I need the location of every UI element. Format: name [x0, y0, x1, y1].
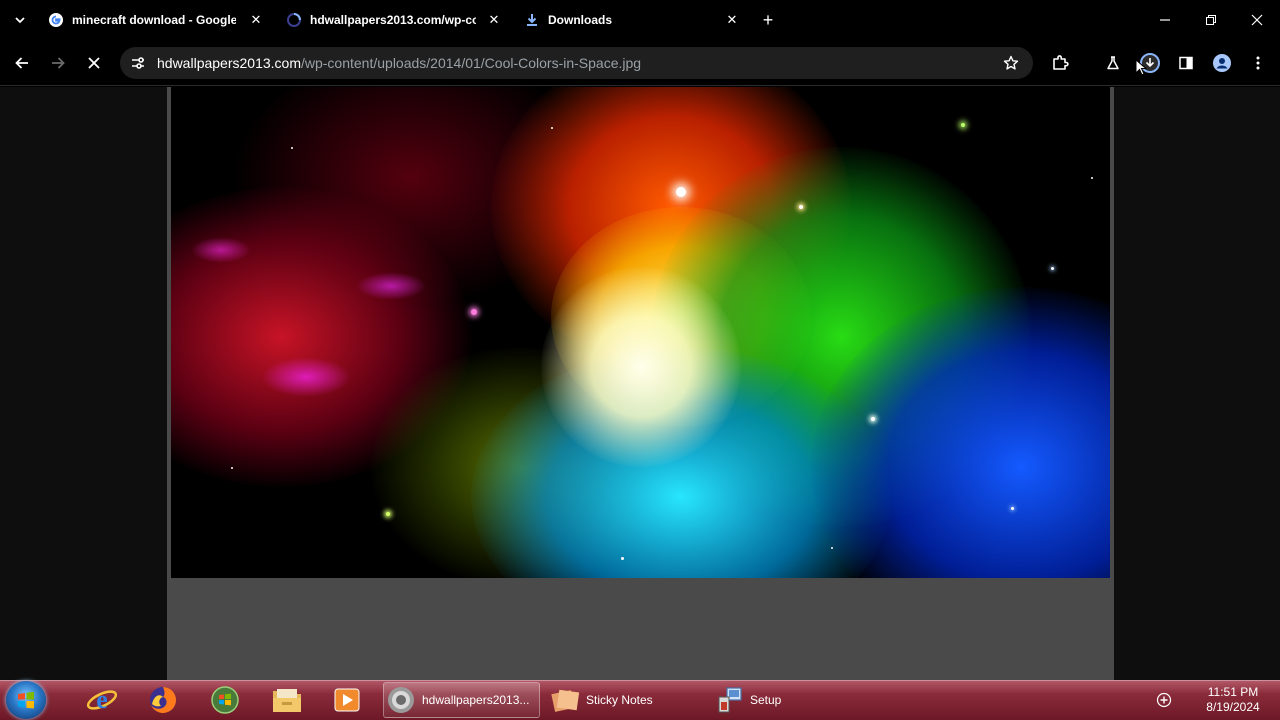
browser-toolbar: hdwallpapers2013.com/wp-content/uploads/… [0, 40, 1280, 86]
download-icon [524, 12, 540, 28]
more-vertical-icon [1256, 56, 1260, 70]
mouse-cursor-icon [1135, 58, 1149, 77]
page-content [0, 87, 1280, 680]
pinned-media-center[interactable] [201, 682, 249, 718]
tab-close-button[interactable]: ✕ [486, 12, 502, 28]
pinned-file-explorer[interactable] [263, 682, 311, 718]
start-button[interactable] [6, 681, 46, 719]
stop-loading-button[interactable] [82, 51, 106, 75]
windows-taskbar: e hdwallpapers2013... Sticky Notes Setup… [0, 680, 1280, 720]
star [551, 127, 553, 129]
flask-icon [1107, 56, 1119, 70]
close-icon [88, 57, 100, 69]
star [386, 512, 390, 516]
taskbar-task-setup[interactable]: Setup [712, 682, 862, 718]
pinned-firefox[interactable] [139, 682, 187, 718]
close-icon [1251, 14, 1263, 26]
puzzle-icon [1053, 55, 1069, 70]
taskbar-task-chrome[interactable]: hdwallpapers2013... [383, 682, 540, 718]
star [871, 417, 875, 421]
star [799, 205, 803, 209]
taskbar-clock[interactable]: 11:51 PM 8/19/2024 [1188, 685, 1278, 715]
side-panel-icon [1179, 56, 1193, 70]
media-player-icon [334, 688, 360, 712]
setup-icon [712, 685, 746, 715]
star [231, 467, 233, 469]
sticky-notes-icon [548, 685, 582, 715]
star [621, 557, 624, 560]
url-host: hdwallpapers2013.com [157, 55, 301, 71]
tab-wallpaper[interactable]: hdwallpapers2013.com/wp-co ✕ [286, 4, 502, 36]
star [1051, 267, 1054, 270]
pinned-internet-explorer[interactable]: e [78, 682, 126, 718]
tab-google-search[interactable]: minecraft download - Google ✕ [48, 4, 264, 36]
svg-text:e: e [96, 685, 108, 714]
restore-button[interactable] [1199, 8, 1223, 32]
tab-close-button[interactable]: ✕ [724, 12, 740, 28]
clock-date: 8/19/2024 [1206, 700, 1260, 714]
star [471, 309, 477, 315]
show-hidden-icons-button[interactable] [1154, 690, 1174, 710]
labs-button[interactable] [1101, 51, 1125, 75]
nebula-magenta [356, 272, 426, 300]
loading-icon [286, 12, 302, 28]
close-window-button[interactable] [1245, 8, 1269, 32]
arrow-left-icon [15, 57, 28, 69]
new-tab-button[interactable]: + [758, 10, 778, 30]
image-viewer-frame [167, 87, 1114, 680]
plus-circle-icon [1156, 692, 1172, 708]
arrow-right-icon [52, 57, 65, 69]
task-label: Setup [750, 693, 782, 707]
system-tray: 11:51 PM 8/19/2024 [1148, 682, 1280, 718]
tab-title: hdwallpapers2013.com/wp-co [310, 13, 476, 27]
chevron-down-icon [15, 17, 25, 24]
address-url: hdwallpapers2013.com/wp-content/uploads/… [157, 55, 641, 71]
bookmark-star-icon[interactable] [1001, 53, 1021, 73]
task-label: Sticky Notes [586, 693, 653, 707]
internet-explorer-icon: e [86, 685, 118, 714]
clock-time: 11:51 PM [1207, 685, 1259, 699]
taskbar-task-sticky-notes[interactable]: Sticky Notes [548, 682, 708, 718]
firefox-icon [150, 687, 176, 713]
star [676, 187, 686, 197]
pinned-media-player[interactable] [323, 682, 371, 718]
wallpaper-image[interactable] [171, 87, 1110, 578]
tab-title: Downloads [548, 13, 613, 27]
star [1011, 507, 1014, 510]
tab-title: minecraft download - Google [72, 13, 236, 27]
task-label: hdwallpapers2013... [422, 693, 530, 707]
menu-button[interactable] [1246, 51, 1270, 75]
forward-button[interactable] [46, 51, 70, 75]
back-button[interactable] [10, 51, 34, 75]
nebula-magenta [261, 357, 351, 397]
profile-button[interactable] [1210, 51, 1234, 75]
windows-logo-icon [18, 691, 34, 709]
star [961, 123, 965, 127]
nebula-core [541, 267, 741, 467]
address-bar[interactable]: hdwallpapers2013.com/wp-content/uploads/… [120, 47, 1033, 79]
url-path: /wp-content/uploads/2014/01/Cool-Colors-… [300, 55, 642, 71]
tab-strip: minecraft download - Google ✕ hdwallpape… [0, 0, 1280, 40]
star [1091, 177, 1093, 179]
tab-close-button[interactable]: ✕ [248, 12, 264, 28]
chrome-icon [384, 685, 418, 715]
minimize-icon [1160, 19, 1170, 21]
restore-icon [1206, 15, 1216, 25]
file-explorer-icon [273, 689, 301, 712]
media-center-icon [211, 686, 239, 714]
minimize-button[interactable] [1153, 8, 1177, 32]
avatar-icon [1213, 54, 1231, 72]
star [831, 547, 833, 549]
tab-search-dropdown-button[interactable] [8, 8, 32, 32]
tab-downloads[interactable]: Downloads ✕ [524, 4, 740, 36]
google-icon [48, 12, 64, 28]
nebula-magenta [191, 237, 251, 263]
side-panel-button[interactable] [1174, 51, 1198, 75]
extensions-button[interactable] [1048, 51, 1072, 75]
star [291, 147, 293, 149]
site-settings-icon[interactable] [128, 53, 148, 73]
